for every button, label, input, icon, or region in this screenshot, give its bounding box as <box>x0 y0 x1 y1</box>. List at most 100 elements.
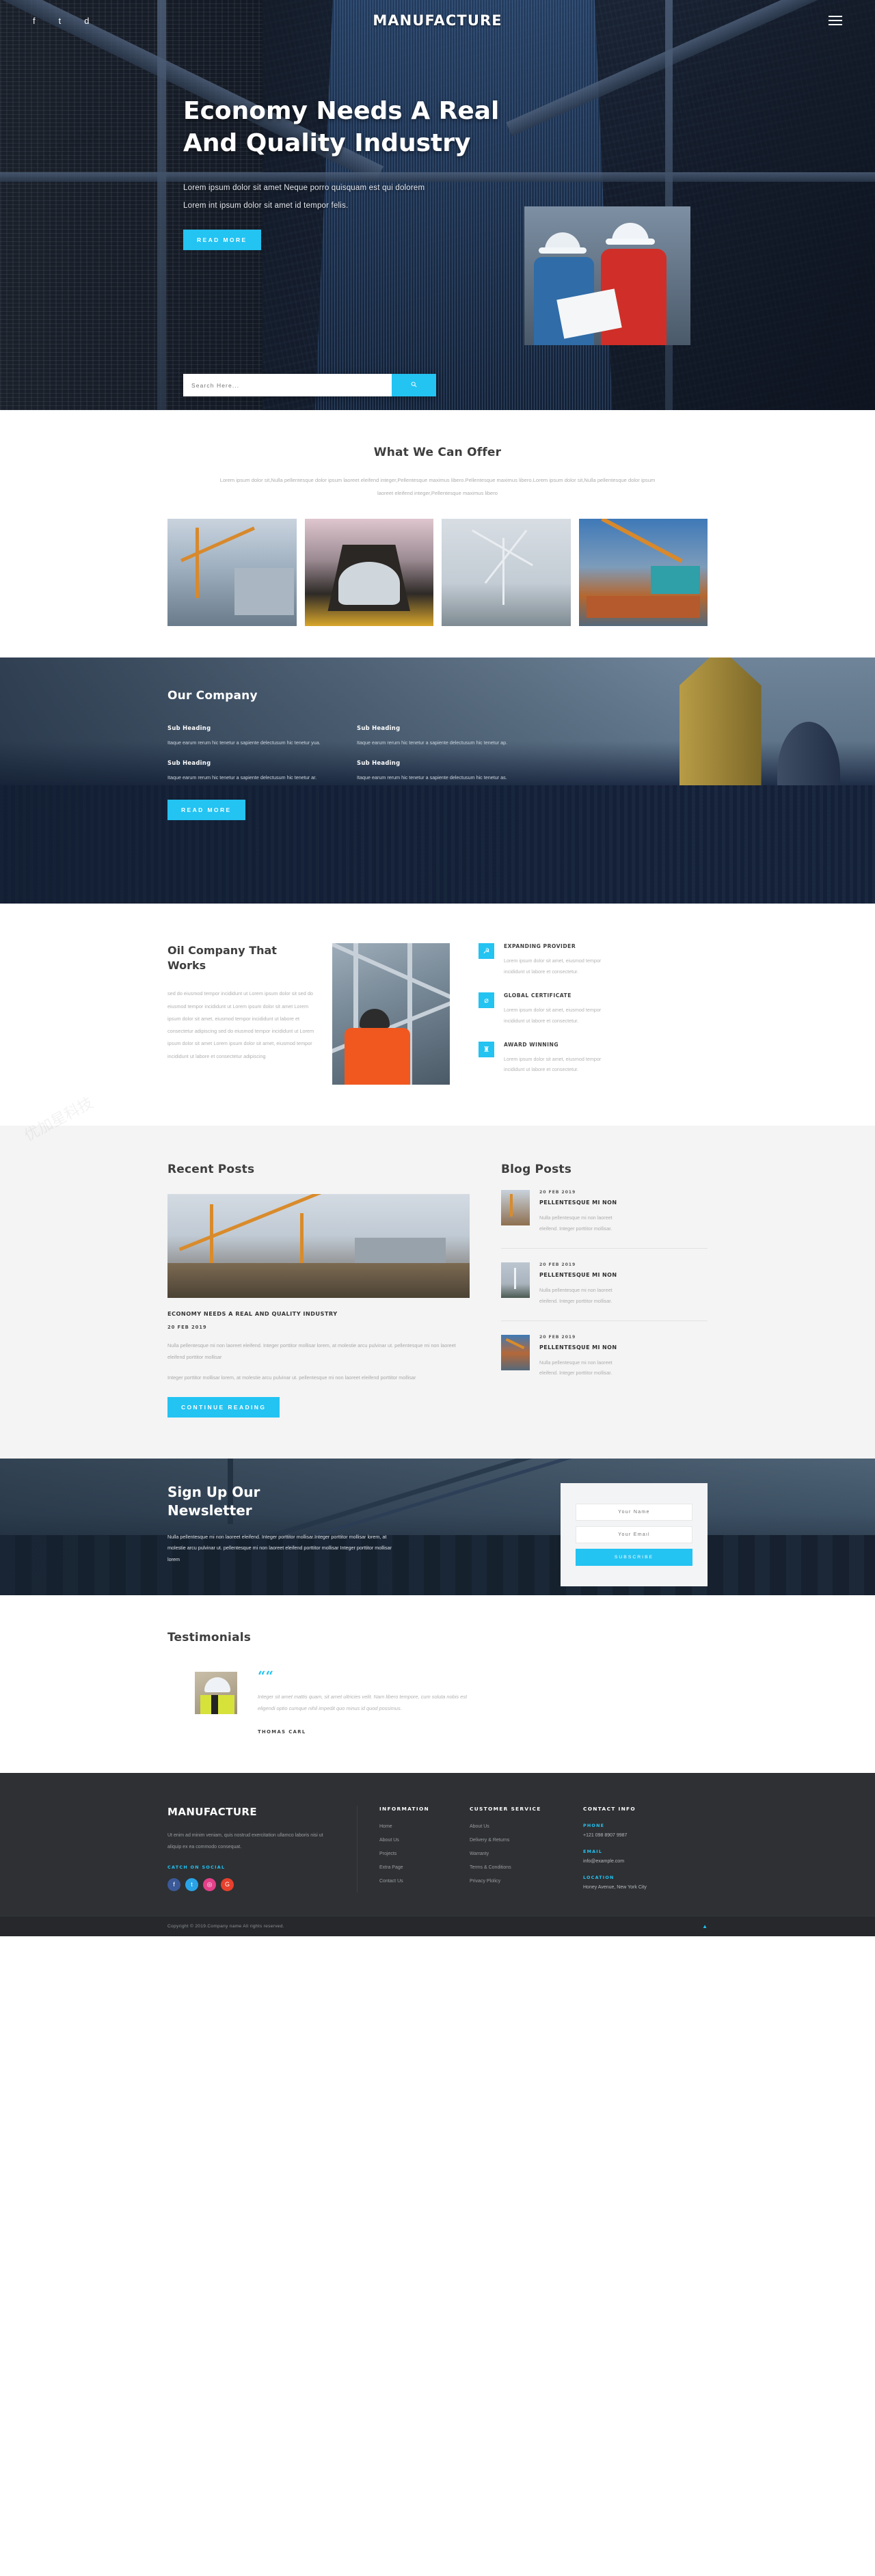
copyright-bar: Copyright © 2019.Company name All rights… <box>0 1916 875 1937</box>
footer-link-about-us[interactable]: About Us <box>379 1838 457 1843</box>
company-item: Sub Heading Itaque earum rerum hic tenet… <box>357 724 523 748</box>
recent-posts-column: Recent Posts ECONOMY NEEDS A REAL AND QU… <box>167 1163 470 1418</box>
search-button[interactable] <box>392 374 436 396</box>
instagram-icon[interactable]: ◎ <box>203 1877 216 1891</box>
offer-section: What We Can Offer Lorem ipsum dolor sit,… <box>0 410 875 657</box>
subscribe-button[interactable]: SUBSCRIBE <box>576 1548 692 1566</box>
copyright-text: Copyright © 2019.Company name All rights… <box>167 1924 284 1929</box>
oil-body-text: sed do eiusmod tempor incididunt ut Lore… <box>167 990 314 1059</box>
newsletter-text: Sign Up Our Newsletter Nulla pellentesqu… <box>167 1483 434 1586</box>
offer-card-construction[interactable] <box>167 519 297 627</box>
footer-location-value: Honey Avenue, New York City <box>583 1885 647 1890</box>
hero-subtitle-line-2: Lorem int ipsum dolor sit amet id tempor… <box>183 202 349 211</box>
blog-thumbnail <box>501 1334 530 1370</box>
company-item: Sub Heading Itaque earum rerum hic tenet… <box>167 759 334 783</box>
oil-worker-photo <box>332 943 450 1085</box>
footer-information-heading: INFORMATION <box>379 1806 430 1813</box>
blog-thumbnail <box>501 1262 530 1298</box>
newsletter-title-line-1: Sign Up Our <box>167 1483 260 1500</box>
blog-thumbnail <box>501 1190 530 1226</box>
company-item-text: Itaque earum rerum hic tenetur a sapient… <box>357 740 508 746</box>
newsletter-title-line-2: Newsletter <box>167 1502 252 1519</box>
footer-link-projects[interactable]: Projects <box>379 1852 457 1856</box>
feature-text: Lorem ipsum dolor sit amet, eiusmod temp… <box>504 958 602 975</box>
posts-section: Recent Posts ECONOMY NEEDS A REAL AND QU… <box>0 1126 875 1459</box>
footer-social-links: f t ◎ G <box>167 1877 334 1891</box>
blog-item-date: 20 FEB 2019 <box>539 1334 576 1340</box>
footer-email-label: EMAIL <box>583 1849 603 1855</box>
footer-phone-value: +121 098 8907 9987 <box>583 1833 628 1839</box>
blog-item-text: Nulla pellentesque mi non laoreet eleife… <box>539 1359 612 1377</box>
newsletter-section: Sign Up Our Newsletter Nulla pellentesqu… <box>0 1458 875 1595</box>
footer-link-home[interactable]: Home <box>379 1824 457 1829</box>
company-item: Sub Heading Itaque earum rerum hic tenet… <box>357 759 523 783</box>
offer-card-wind[interactable] <box>442 519 571 627</box>
offer-card-harbor[interactable] <box>578 519 708 627</box>
testimonials-section: Testimonials ““ Integer sit amet mattis … <box>0 1595 875 1774</box>
blog-item-date: 20 FEB 2019 <box>539 1262 576 1267</box>
footer-email-value[interactable]: info@example.com <box>583 1859 695 1864</box>
recent-post-title[interactable]: ECONOMY NEEDS A REAL AND QUALITY INDUSTR… <box>167 1310 470 1317</box>
feature-title: GLOBAL CERTIFICATE <box>504 992 571 999</box>
scroll-to-top-icon[interactable]: ▲ <box>702 1923 708 1929</box>
avatar <box>195 1671 237 1714</box>
newsletter-name-input[interactable] <box>576 1503 692 1521</box>
hero-search-bar <box>183 374 436 396</box>
newsletter-description: Nulla pellentesque mi non laoreet eleife… <box>167 1533 392 1562</box>
feature-item-award-winning: ♜ AWARD WINNING Lorem ipsum dolor sit am… <box>479 1041 708 1076</box>
hero-content: Economy Needs A Real And Quality Industr… <box>0 41 875 251</box>
company-item-heading: Sub Heading <box>357 759 401 767</box>
oil-text-block: Oil Company That Works sed do eiusmod te… <box>167 943 314 1090</box>
twitter-icon[interactable]: t <box>185 1877 198 1891</box>
company-item-heading: Sub Heading <box>167 724 211 732</box>
footer-link-delivery-returns[interactable]: Delivery & Returns <box>470 1838 571 1843</box>
globe-icon: ⌀ <box>479 992 494 1008</box>
testimonial-quote: Integer sit amet mattis quam, sit amet u… <box>258 1693 468 1712</box>
list-item[interactable]: 20 FEB 2019 PELLENTESQUE MI NON Nulla pe… <box>501 1321 708 1393</box>
recent-post-date: 20 FEB 2019 <box>167 1325 207 1331</box>
testimonials-title: Testimonials <box>167 1630 252 1644</box>
company-item-text: Itaque earum rerum hic tenetur a sapient… <box>357 774 507 781</box>
recent-posts-title: Recent Posts <box>167 1163 255 1177</box>
footer-contact-heading: CONTACT INFO <box>583 1806 636 1813</box>
oil-title-line-1: Oil Company That <box>167 944 277 958</box>
footer-link-contact-us[interactable]: Contact Us <box>379 1879 457 1884</box>
footer-information-column: INFORMATION Home About Us Projects Extra… <box>358 1806 470 1893</box>
search-input[interactable] <box>183 374 392 396</box>
continue-reading-button[interactable]: CONTINUE READING <box>167 1396 280 1418</box>
footer-location-group: LOCATION Honey Avenue, New York City <box>583 1875 695 1890</box>
company-item-heading: Sub Heading <box>167 759 211 767</box>
google-plus-icon[interactable]: G <box>221 1877 234 1891</box>
feature-title: AWARD WINNING <box>504 1041 559 1048</box>
company-item-text: Itaque earum rerum hic tenetur a sapient… <box>167 740 321 746</box>
footer-link-privacy-policy[interactable]: Privacy Plolicy <box>470 1879 571 1884</box>
footer-customer-service-column: CUSTOMER SERVICE About Us Delivery & Ret… <box>470 1806 583 1893</box>
company-title: Our Company <box>167 689 258 703</box>
list-item[interactable]: 20 FEB 2019 PELLENTESQUE MI NON Nulla pe… <box>501 1249 708 1321</box>
list-item[interactable]: 20 FEB 2019 PELLENTESQUE MI NON Nulla pe… <box>501 1176 708 1249</box>
footer-link-warranty[interactable]: Warranty <box>470 1852 571 1856</box>
newsletter-email-input[interactable] <box>576 1526 692 1543</box>
newsletter-title: Sign Up Our Newsletter <box>167 1483 434 1520</box>
blog-item-title: PELLENTESQUE MI NON <box>539 1271 617 1278</box>
footer-link-terms-conditions[interactable]: Terms & Conditions <box>470 1865 571 1870</box>
offer-card-shipyard[interactable] <box>304 519 433 627</box>
footer-link-cs-about-us[interactable]: About Us <box>470 1824 571 1829</box>
company-item: Sub Heading Itaque earum rerum hic tenet… <box>167 724 334 748</box>
footer-brand-column: MANUFACTURE Ut enim ad minim veniam, qui… <box>167 1806 358 1893</box>
company-read-more-button[interactable]: READ MORE <box>167 799 245 820</box>
footer-phone-label: PHONE <box>583 1823 605 1829</box>
offer-desc-line-1: Lorem ipsum dolor sit,Nulla pellentesque… <box>219 477 517 483</box>
footer-link-extra-page[interactable]: Extra Page <box>379 1865 457 1870</box>
offer-card-grid <box>167 519 708 627</box>
quote-mark-icon: ““ <box>258 1667 274 1684</box>
testimonial-item: ““ Integer sit amet mattis quam, sit ame… <box>167 1667 708 1735</box>
hero-read-more-button[interactable]: READ MORE <box>183 230 261 251</box>
hero-subtitle: Lorem ipsum dolor sit amet Neque porro q… <box>183 179 457 215</box>
offer-title: What We Can Offer <box>373 446 502 459</box>
facebook-icon[interactable]: f <box>167 1877 180 1891</box>
blog-posts-column: Blog Posts 20 FEB 2019 PELLENTESQUE MI N… <box>501 1163 708 1417</box>
oil-feature-list: ☭ EXPANDING PROVIDER Lorem ipsum dolor s… <box>468 943 708 1090</box>
blog-item-text: Nulla pellentesque mi non laoreet eleife… <box>539 1215 612 1232</box>
footer-contact-column: CONTACT INFO PHONE +121 098 8907 9987 EM… <box>583 1806 708 1893</box>
